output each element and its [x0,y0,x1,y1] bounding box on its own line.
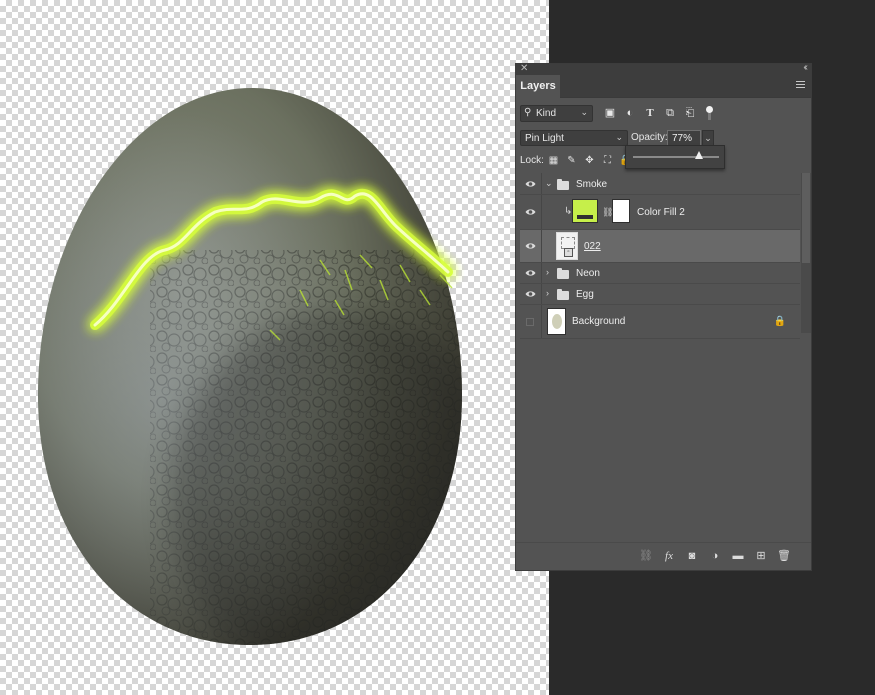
filter-toggle[interactable] [706,106,714,121]
kind-filter-select[interactable]: ⚲ Kind ⌄ [520,105,593,122]
panel-tabbar: Layers [516,75,811,98]
folder-icon [557,289,569,300]
adjustment-layer-icon[interactable]: ◑ [708,549,722,563]
folder-icon [557,268,569,279]
visibility-eye-icon[interactable] [525,179,536,189]
type-filter-icon[interactable]: T [643,105,657,121]
close-panel-icon[interactable]: ✕ [520,63,528,74]
fill-color-thumbnail[interactable] [572,199,598,223]
panel-titlebar: ✕ ‹‹ [516,62,811,75]
smart-object-badge-icon: ▫ [564,248,573,257]
blend-mode-value: Pin Light [525,133,564,144]
layers-scrollbar[interactable] [801,173,811,333]
chevron-right-icon[interactable]: › [546,267,549,277]
folder-icon [557,179,569,190]
layer-name: Smoke [576,179,608,190]
shape-filter-icon[interactable]: ⧉ [663,105,677,121]
blend-mode-select[interactable]: Pin Light ⌄ [520,130,628,146]
smart-object-filter-icon[interactable]: ⎗ [683,105,697,121]
lock-artboard-icon[interactable]: ⛶ [601,153,614,168]
layer-thumbnail[interactable]: ▫ [556,232,578,260]
panel-bottom-toolbar: ⛓ fx ◙ ◑ ▬ ⊞ 🗑 [516,542,811,570]
layer-name: Egg [576,289,594,300]
canvas-area[interactable] [0,0,549,695]
opacity-value: 77% [672,133,693,144]
layer-row-neon[interactable]: › Neon [520,263,800,284]
new-group-icon[interactable]: ▬ [731,549,745,563]
visibility-eye-icon[interactable] [525,289,536,299]
visibility-eye-icon[interactable] [525,241,536,251]
fx-icon[interactable]: fx [662,549,676,563]
visibility-eye-icon[interactable] [525,207,536,217]
layers-list: ⌄ Smoke ↳ ⛓ Color Fill 2 ▫ 022 › Neon › … [520,173,800,339]
add-mask-icon[interactable]: ◙ [685,549,699,563]
filter-row: ⚲ Kind ⌄ ▣ ◐ T ⧉ ⎗ [520,105,806,123]
chevron-down-icon[interactable]: ⌄ [545,178,553,189]
collapse-panel-icon[interactable]: ‹‹ [803,62,807,73]
layer-row-egg[interactable]: › Egg [520,284,800,305]
chevron-down-icon: ⌄ [615,132,623,142]
layer-name: 022 [584,241,601,252]
lock-icon: 🔒 [773,315,786,327]
visibility-toggle[interactable] [526,317,534,326]
layer-name: Color Fill 2 [637,207,685,218]
tab-layers[interactable]: Layers [516,75,560,98]
layer-row-smoke[interactable]: ⌄ Smoke [520,173,800,195]
opacity-input[interactable]: 77% [667,130,701,146]
panel-menu-icon[interactable] [796,81,805,90]
trash-icon[interactable]: 🗑 [777,549,791,563]
layer-row-color-fill[interactable]: ↳ ⛓ Color Fill 2 [520,195,800,230]
mask-thumbnail[interactable] [612,199,630,223]
layer-thumbnail[interactable] [547,308,566,335]
opacity-label: Opacity: [631,132,668,143]
adjustment-filter-icon[interactable]: ◐ [623,105,637,121]
layers-panel: ✕ ‹‹ Layers ⚲ Kind ⌄ ▣ ◐ T ⧉ ⎗ Pin Light ⌄ O… [515,62,812,571]
image-filter-icon[interactable]: ▣ [603,105,617,121]
opacity-slider-popup [625,145,725,169]
opacity-slider-thumb[interactable] [695,151,704,159]
opacity-dropdown-button[interactable]: ⌄ [702,130,714,146]
lock-label: Lock: [520,155,544,166]
new-layer-icon[interactable]: ⊞ [754,549,768,563]
chevron-right-icon[interactable]: › [546,288,549,298]
visibility-eye-icon[interactable] [525,268,536,278]
link-layers-icon[interactable]: ⛓ [639,549,653,563]
lock-image-pixels-icon[interactable]: ✎ [565,153,578,168]
lock-position-icon[interactable]: ✥ [583,153,596,168]
egg-artwork [38,88,462,645]
search-icon: ⚲ [524,107,532,118]
layer-row-background[interactable]: Background 🔒 [520,305,800,339]
lock-transparent-pixels-icon[interactable]: ▦ [547,153,560,168]
kind-filter-label: Kind [536,108,557,119]
layer-row-022[interactable]: ▫ 022 [520,230,800,263]
layer-name: Background [572,316,626,327]
chevron-down-icon: ⌄ [580,107,588,117]
layer-name: Neon [576,268,600,279]
opacity-slider-track[interactable] [633,156,719,158]
